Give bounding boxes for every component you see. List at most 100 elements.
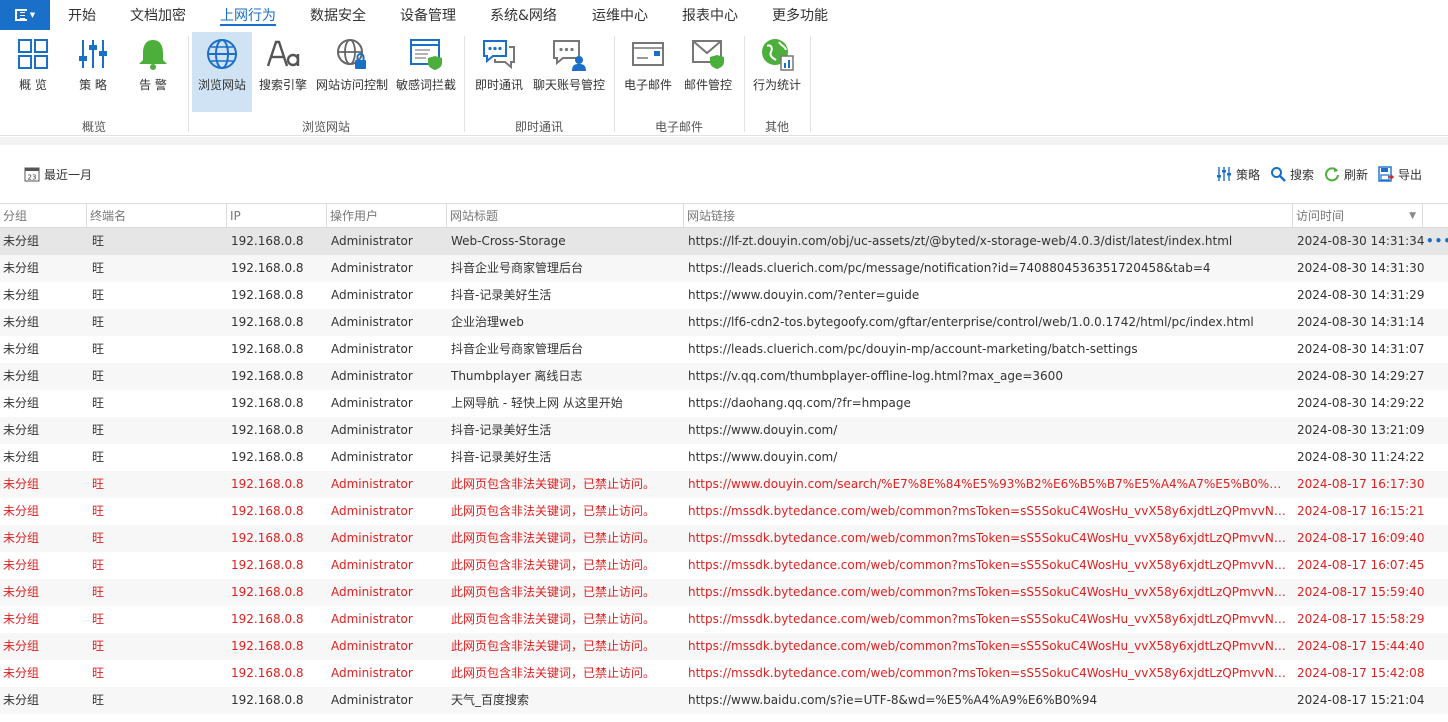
group-separator bbox=[810, 36, 811, 132]
ribbon-browse-button[interactable]: 浏览网站 bbox=[192, 32, 252, 112]
policy-button[interactable]: 策略 bbox=[1216, 165, 1260, 183]
menu-tab-more[interactable]: 更多功能 bbox=[772, 0, 828, 32]
cell-terminal: 旺 bbox=[92, 261, 105, 275]
chat-bubbles-icon bbox=[483, 40, 515, 70]
table-row[interactable]: 未分组 旺 192.168.0.8 Administrator 此网页包含非法关键词，已… bbox=[0, 579, 1448, 606]
cell-terminal: 旺 bbox=[92, 639, 105, 653]
cell-title: 企业治理web bbox=[451, 315, 524, 329]
cell-url: https://mssdk.bytedance.com/web/common?m… bbox=[688, 504, 1286, 518]
menu-tab-start[interactable]: 开始 bbox=[68, 0, 96, 32]
cell-user: Administrator bbox=[331, 423, 413, 437]
cell-ip: 192.168.0.8 bbox=[231, 450, 304, 464]
table-row[interactable]: 未分组 旺 192.168.0.8 Administrator 上网导航 - 轻快上网 … bbox=[0, 390, 1448, 417]
cell-terminal: 旺 bbox=[92, 531, 105, 545]
ribbon-email-button[interactable]: 电子邮件 bbox=[620, 32, 676, 112]
ribbon-chat-account-button[interactable]: 聊天账号管控 bbox=[530, 32, 608, 112]
column-header-time[interactable]: 访问时间 ▼ bbox=[1293, 204, 1423, 228]
cell-title: 此网页包含非法关键词，已禁止访问。 bbox=[451, 558, 656, 572]
cell-url: https://lf6-cdn2-tos.bytegoofy.com/gftar… bbox=[688, 315, 1254, 329]
ribbon-keyword-block-button[interactable]: 敏感词拦截 bbox=[394, 32, 458, 112]
menu-tab-system-network[interactable]: 系统&网络 bbox=[490, 0, 557, 32]
cell-group: 未分组 bbox=[3, 531, 40, 545]
table-row[interactable]: 未分组 旺 192.168.0.8 Administrator 天气_百度搜索 https… bbox=[0, 687, 1448, 714]
column-header-user[interactable]: 操作用户 bbox=[327, 204, 447, 228]
ribbon-alert-button[interactable]: 告 警 bbox=[128, 32, 178, 112]
cell-user: Administrator bbox=[331, 612, 413, 626]
cell-time: 2024-08-17 15:21:04 bbox=[1297, 693, 1425, 707]
cell-url: https://www.baidu.com/s?ie=UTF-8&wd=%E5%… bbox=[688, 693, 1098, 707]
globe-chart-icon bbox=[762, 39, 794, 71]
cell-ip: 192.168.0.8 bbox=[231, 261, 304, 275]
cell-user: Administrator bbox=[331, 369, 413, 383]
date-range-button[interactable]: 23 最近一月 bbox=[24, 165, 92, 183]
cell-ip: 192.168.0.8 bbox=[231, 423, 304, 437]
ribbon-overview-button[interactable]: 概 览 bbox=[8, 32, 58, 112]
search-button[interactable]: 搜索 bbox=[1270, 165, 1314, 183]
table-row[interactable]: 未分组 旺 192.168.0.8 Administrator 此网页包含非法关键词，已… bbox=[0, 552, 1448, 579]
bell-icon bbox=[139, 40, 167, 70]
group-label-email: 电子邮件 bbox=[654, 120, 703, 134]
table-row[interactable]: 未分组 旺 192.168.0.8 Administrator 此网页包含非法关键词，已… bbox=[0, 525, 1448, 552]
menu-tab-doc-encrypt[interactable]: 文档加密 bbox=[130, 0, 186, 32]
sort-desc-icon: ▼ bbox=[1409, 211, 1416, 221]
menu-tab-internet-behavior[interactable]: 上网行为 bbox=[220, 0, 276, 32]
ribbon-im-button[interactable]: 即时通讯 bbox=[472, 32, 526, 112]
export-label: 导出 bbox=[1398, 167, 1423, 182]
cell-ip: 192.168.0.8 bbox=[231, 342, 304, 356]
refresh-button[interactable]: 刷新 bbox=[1324, 165, 1368, 183]
cell-ip: 192.168.0.8 bbox=[231, 315, 304, 329]
menu-tab-ops-center[interactable]: 运维中心 bbox=[592, 0, 648, 32]
cell-user: Administrator bbox=[331, 666, 413, 680]
cell-group: 未分组 bbox=[3, 234, 40, 248]
ribbon-email-control-button[interactable]: 邮件管控 bbox=[680, 32, 736, 112]
cell-user: Administrator bbox=[331, 261, 413, 275]
table-row[interactable]: 未分组 旺 192.168.0.8 Administrator 抖音企业号商家管理后台 h… bbox=[0, 336, 1448, 363]
cell-ip: 192.168.0.8 bbox=[231, 234, 304, 248]
export-button[interactable]: 导出 bbox=[1378, 165, 1422, 183]
ribbon-site-control-button[interactable]: 网站访问控制 bbox=[314, 32, 390, 112]
menu-tab-data-security[interactable]: 数据安全 bbox=[310, 0, 366, 32]
cell-time: 2024-08-30 13:21:09 bbox=[1297, 423, 1425, 437]
table-row[interactable]: 未分组 旺 192.168.0.8 Administrator 此网页包含非法关键词，已… bbox=[0, 633, 1448, 660]
calendar-icon: 23 bbox=[24, 167, 40, 182]
table-row[interactable]: 未分组 旺 192.168.0.8 Administrator 此网页包含非法关键词，已… bbox=[0, 660, 1448, 687]
ribbon-policy-button[interactable]: 策 略 bbox=[68, 32, 118, 112]
cell-group: 未分组 bbox=[3, 504, 40, 518]
table-row[interactable]: 未分组 旺 192.168.0.8 Administrator Web-Cross-St… bbox=[0, 228, 1448, 255]
table-row[interactable]: 未分组 旺 192.168.0.8 Administrator 此网页包含非法关键词，已… bbox=[0, 498, 1448, 525]
menu-tab-device-mgmt[interactable]: 设备管理 bbox=[400, 0, 456, 32]
cell-user: Administrator bbox=[331, 531, 413, 545]
cell-url: https://mssdk.bytedance.com/web/common?m… bbox=[688, 558, 1286, 572]
table-row[interactable]: 未分组 旺 192.168.0.8 Administrator 此网页包含非法关键词，已… bbox=[0, 471, 1448, 498]
cell-terminal: 旺 bbox=[92, 396, 105, 410]
ribbon-behavior-stats-button[interactable]: 行为统计 bbox=[750, 32, 804, 112]
cell-ip: 192.168.0.8 bbox=[231, 504, 304, 518]
row-more-icon[interactable]: ••• bbox=[1426, 228, 1448, 255]
table-row[interactable]: 未分组 旺 192.168.0.8 Administrator 此网页包含非法关键词，已… bbox=[0, 606, 1448, 633]
cell-group: 未分组 bbox=[3, 423, 40, 437]
column-header-title[interactable]: 网站标题 bbox=[447, 204, 684, 228]
cell-group: 未分组 bbox=[3, 450, 40, 464]
cell-group: 未分组 bbox=[3, 315, 40, 329]
column-header-time-label: 访问时间 bbox=[1296, 209, 1345, 223]
cell-title: 此网页包含非法关键词，已禁止访问。 bbox=[451, 477, 656, 491]
column-header-terminal[interactable]: 终端名 bbox=[87, 204, 227, 228]
table-row[interactable]: 未分组 旺 192.168.0.8 Administrator 抖音-记录美好生活 htt… bbox=[0, 282, 1448, 309]
table-row[interactable]: 未分组 旺 192.168.0.8 Administrator 抖音-记录美好生活 htt… bbox=[0, 417, 1448, 444]
app-menu-button[interactable]: ▼ bbox=[0, 0, 50, 30]
cell-terminal: 旺 bbox=[92, 234, 105, 248]
table-row[interactable]: 未分组 旺 192.168.0.8 Administrator 企业治理web https… bbox=[0, 309, 1448, 336]
table-row[interactable]: 未分组 旺 192.168.0.8 Administrator 抖音企业号商家管理后台 h… bbox=[0, 255, 1448, 282]
column-header-group[interactable]: 分组 bbox=[0, 204, 87, 228]
cell-title: 上网导航 - 轻快上网 从这里开始 bbox=[451, 396, 623, 410]
column-header-url[interactable]: 网站链接 bbox=[684, 204, 1293, 228]
cell-title: 此网页包含非法关键词，已禁止访问。 bbox=[451, 666, 656, 680]
export-icon bbox=[1378, 166, 1394, 182]
table-row[interactable]: 未分组 旺 192.168.0.8 Administrator Thumbplayer … bbox=[0, 363, 1448, 390]
globe-lock-icon bbox=[337, 39, 366, 69]
ribbon-search-engine-button[interactable]: 搜索引擎 bbox=[254, 32, 312, 112]
table-row[interactable]: 未分组 旺 192.168.0.8 Administrator 抖音-记录美好生活 htt… bbox=[0, 444, 1448, 471]
sliders-icon bbox=[79, 40, 107, 68]
column-header-ip[interactable]: IP bbox=[227, 204, 327, 228]
menu-tab-report-center[interactable]: 报表中心 bbox=[682, 0, 738, 32]
